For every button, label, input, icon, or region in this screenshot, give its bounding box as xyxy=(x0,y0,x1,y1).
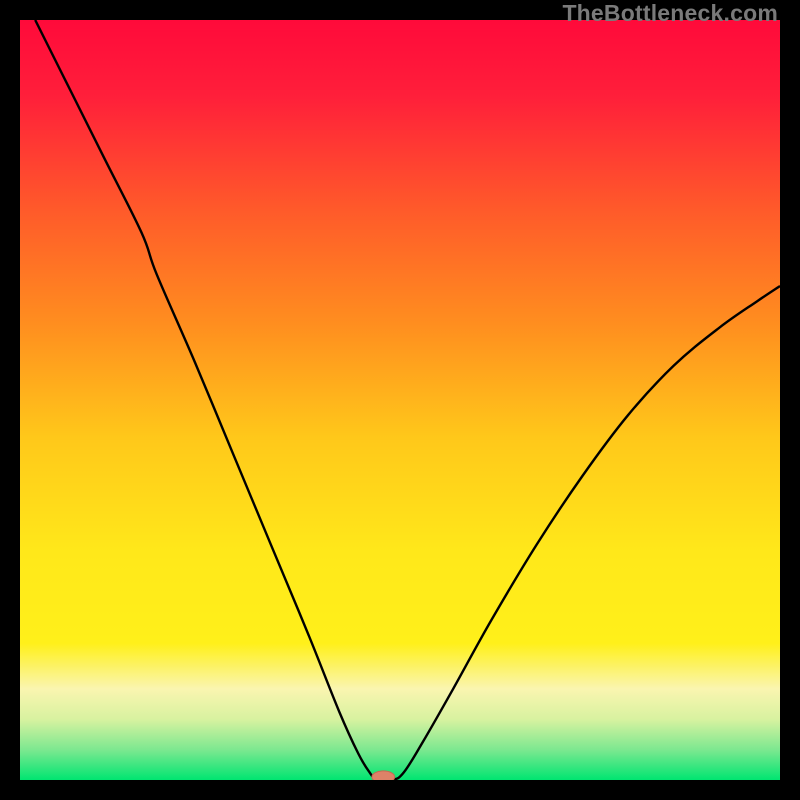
gradient-background xyxy=(20,20,780,780)
chart-canvas: TheBottleneck.com xyxy=(0,0,800,800)
plot-area xyxy=(20,20,780,780)
optimal-marker xyxy=(372,771,395,780)
attribution-label: TheBottleneck.com xyxy=(562,0,778,27)
bottleneck-plot xyxy=(20,20,780,780)
